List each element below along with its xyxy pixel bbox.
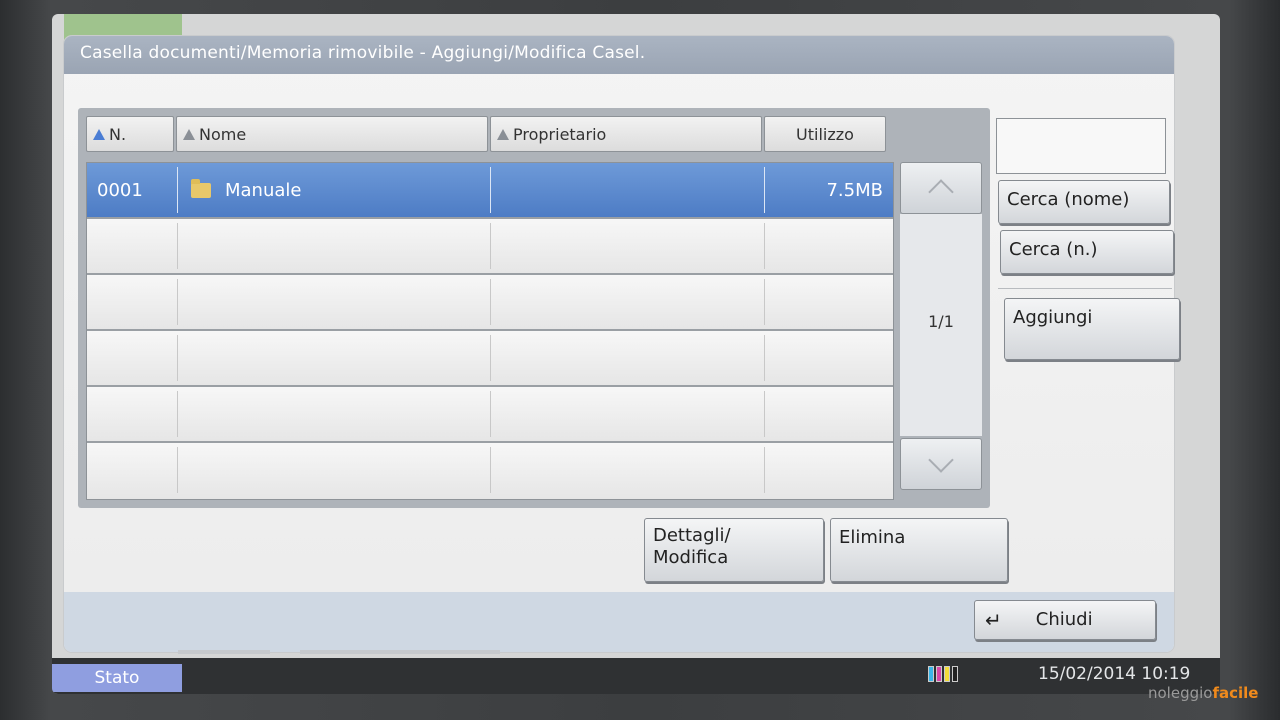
table-row-empty[interactable] bbox=[87, 443, 893, 499]
touch-screen: Casella documenti/Memoria rimovibile - A… bbox=[52, 14, 1220, 694]
column-divider bbox=[490, 391, 491, 437]
column-label: Nome bbox=[199, 124, 247, 144]
toner-black bbox=[952, 666, 958, 682]
column-divider bbox=[177, 335, 178, 381]
table-row[interactable]: 0001 Manuale 7.5MB bbox=[87, 163, 893, 219]
column-divider bbox=[490, 167, 491, 213]
date-time: 15/02/2014 10:19 bbox=[1038, 664, 1191, 684]
search-number-button[interactable]: Cerca (n.) bbox=[1000, 230, 1174, 274]
column-label: Proprietario bbox=[513, 124, 607, 144]
column-divider bbox=[177, 391, 178, 437]
add-button[interactable]: Aggiungi bbox=[1004, 298, 1180, 360]
return-arrow-icon: ↵ bbox=[985, 608, 1002, 632]
column-label: N. bbox=[109, 124, 127, 144]
toner-magenta bbox=[936, 666, 942, 682]
title-bar: Casella documenti/Memoria rimovibile - A… bbox=[64, 36, 1174, 74]
column-divider bbox=[490, 223, 491, 269]
search-name-button[interactable]: Cerca (nome) bbox=[998, 180, 1170, 224]
button-label: Cerca (nome) bbox=[1007, 189, 1130, 210]
column-label: Utilizzo bbox=[796, 124, 854, 144]
chevron-down-icon bbox=[928, 447, 954, 473]
row-name: Manuale bbox=[225, 179, 302, 201]
table-row-empty[interactable] bbox=[87, 219, 893, 275]
column-header-number[interactable]: N. bbox=[86, 116, 174, 152]
scroll-up-button[interactable] bbox=[900, 162, 982, 214]
button-label: Chiudi bbox=[1035, 609, 1093, 630]
document-box-list: N. Nome Proprietario Utilizzo 0001 Manua… bbox=[78, 108, 990, 508]
row-owner bbox=[499, 163, 759, 217]
page-indicator: 1/1 bbox=[928, 312, 954, 331]
page-title: Casella documenti/Memoria rimovibile - A… bbox=[80, 43, 646, 63]
toner-cyan bbox=[928, 666, 934, 682]
close-button[interactable]: ↵ Chiudi bbox=[974, 600, 1156, 640]
delete-button[interactable]: Elimina bbox=[830, 518, 1008, 582]
column-divider bbox=[764, 223, 765, 269]
tab-indicator bbox=[300, 650, 500, 654]
watermark-accent-text: facile bbox=[1212, 684, 1259, 702]
details-edit-button[interactable]: Dettagli/ Modifica bbox=[644, 518, 824, 582]
folder-icon bbox=[191, 178, 211, 198]
column-divider bbox=[177, 447, 178, 493]
watermark-text: noleggio bbox=[1148, 684, 1213, 702]
watermark: noleggiofacile bbox=[1148, 684, 1258, 702]
row-number: 0001 bbox=[97, 179, 143, 201]
row-usage: 7.5MB bbox=[826, 179, 883, 201]
button-label: Cerca (n.) bbox=[1009, 239, 1098, 260]
divider bbox=[998, 288, 1172, 289]
sort-icon bbox=[497, 128, 509, 140]
column-divider bbox=[764, 167, 765, 213]
table-row-empty[interactable] bbox=[87, 387, 893, 443]
column-divider bbox=[490, 279, 491, 325]
column-divider bbox=[764, 447, 765, 493]
button-label: Aggiungi bbox=[1013, 307, 1093, 328]
toner-level-icon bbox=[928, 666, 958, 682]
toner-yellow bbox=[944, 666, 950, 682]
row-name-cell: Manuale bbox=[191, 163, 491, 217]
list-rows: 0001 Manuale 7.5MB bbox=[86, 162, 894, 500]
status-label: Stato bbox=[94, 668, 140, 688]
column-divider bbox=[764, 335, 765, 381]
sort-icon bbox=[183, 128, 195, 140]
column-divider bbox=[764, 391, 765, 437]
column-divider bbox=[764, 279, 765, 325]
column-divider bbox=[490, 335, 491, 381]
button-label-line1: Dettagli/ bbox=[653, 525, 731, 546]
column-divider bbox=[490, 447, 491, 493]
scroll-down-button[interactable] bbox=[900, 438, 982, 490]
column-divider bbox=[177, 223, 178, 269]
tab-indicator bbox=[178, 650, 270, 654]
column-header-name[interactable]: Nome bbox=[176, 116, 488, 152]
column-header-owner[interactable]: Proprietario bbox=[490, 116, 762, 152]
column-header-usage[interactable]: Utilizzo bbox=[764, 116, 886, 152]
table-row-empty[interactable] bbox=[87, 331, 893, 387]
column-divider bbox=[177, 167, 178, 213]
scroll-controls: 1/1 bbox=[900, 162, 982, 500]
search-field[interactable] bbox=[996, 118, 1166, 174]
button-label-line2: Modifica bbox=[653, 547, 729, 568]
sort-asc-icon bbox=[93, 128, 105, 140]
table-row-empty[interactable] bbox=[87, 275, 893, 331]
status-button[interactable]: Stato bbox=[52, 664, 182, 692]
button-label: Elimina bbox=[839, 527, 906, 548]
column-divider bbox=[177, 279, 178, 325]
chevron-up-icon bbox=[928, 179, 954, 205]
